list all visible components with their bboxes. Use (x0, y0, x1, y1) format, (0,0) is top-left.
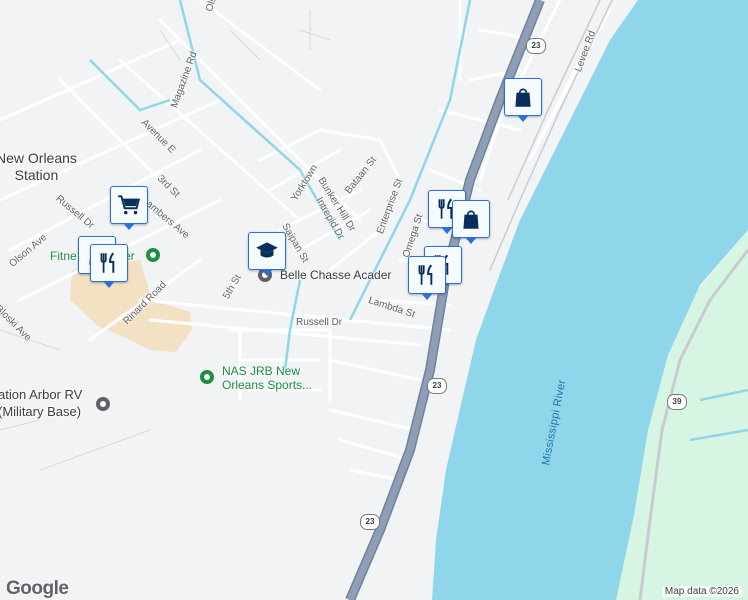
poi-military-base-pin[interactable] (96, 397, 110, 411)
restaurant-icon (418, 264, 433, 285)
google-logo[interactable]: Google (6, 578, 69, 600)
marker-restaurant-4[interactable] (90, 244, 128, 288)
place-military-base: ation Arbor RV (Military Base) (0, 387, 83, 419)
route-shield-23-top: 23 (526, 38, 546, 54)
street-russell-dr: Russell Dr (296, 317, 343, 328)
marker-grocery[interactable] (110, 186, 148, 230)
shopping-bag-icon (515, 88, 531, 107)
marker-shopping-bag-2[interactable] (452, 200, 490, 244)
poi-fitness-pin[interactable] (146, 248, 160, 262)
poi-belle-chasse-academy[interactable]: Belle Chasse Acader (280, 268, 391, 282)
route-shield-23-bottom: 23 (360, 514, 380, 530)
marker-shopping-bag-1[interactable] (504, 78, 542, 122)
shopping-bag-icon (463, 210, 479, 229)
map-attribution[interactable]: Map data ©2026 (661, 586, 742, 597)
poi-nas-jrb[interactable]: NAS JRB New Orleans Sports... (222, 364, 312, 392)
route-shield-39: 39 (667, 394, 687, 410)
poi-nas-jrb-pin[interactable] (200, 370, 214, 384)
marker-school[interactable] (248, 232, 286, 276)
shopping-cart-icon (118, 195, 140, 215)
graduation-cap-icon (256, 242, 278, 258)
marker-restaurant-3[interactable] (408, 256, 446, 300)
place-new-orleans-station: New Orleans Station (0, 150, 77, 183)
restaurant-icon (100, 252, 115, 273)
route-shield-23-mid: 23 (427, 378, 447, 394)
poi-fitness-center[interactable]: Fitne (50, 249, 77, 263)
